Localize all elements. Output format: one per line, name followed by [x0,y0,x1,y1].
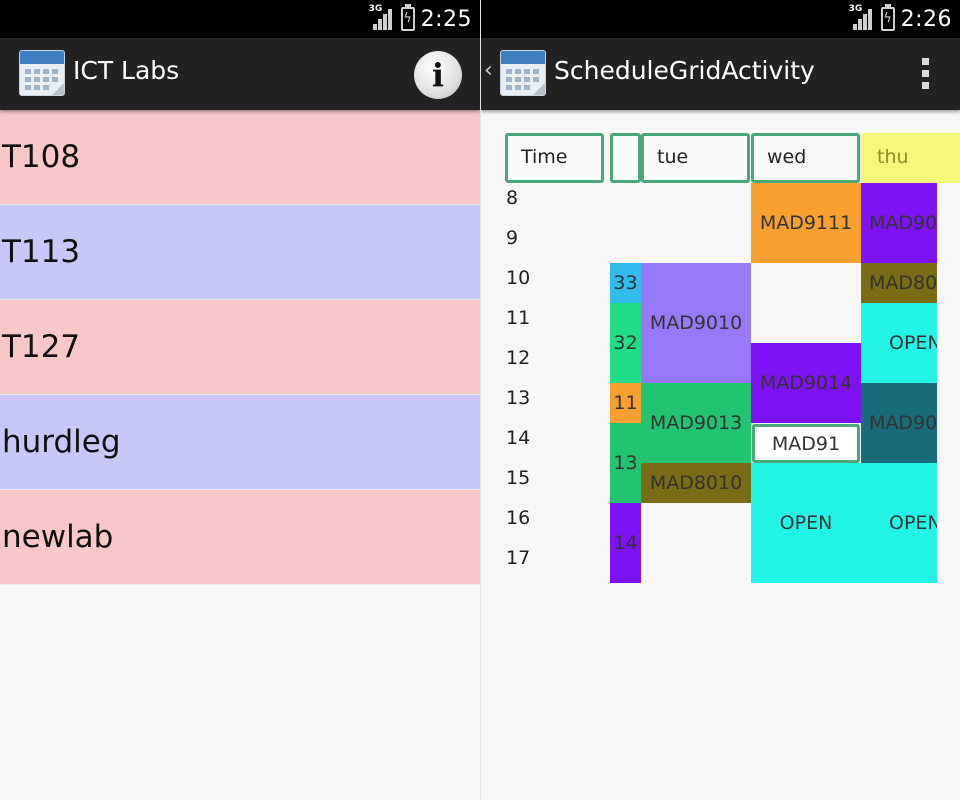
hour-label: 15 [506,467,531,489]
course-block[interactable]: 13 [610,423,641,503]
overflow-menu-icon[interactable] [922,58,930,90]
course-block[interactable]: OPEN [751,463,861,583]
schedule-grid-screen: 3G ϟ 2:26 ‹ ScheduleGridActivity Time tu… [481,0,960,800]
signal-icon: 3G [368,4,395,32]
hour-label: 17 [506,547,531,569]
course-block[interactable]: MAD8010 [641,463,751,503]
info-icon: i [431,56,445,94]
header-tue: tue [641,133,750,183]
course-block[interactable]: MAD90 [861,183,937,263]
header-mon [610,133,641,183]
lab-name: T108 [2,139,81,175]
lab-list: T108 T113 T127 hurdleg newlab [0,110,480,585]
header-wed: wed [751,133,860,183]
lab-item-t127[interactable]: T127 [0,300,480,395]
action-bar: ICT Labs i [0,38,480,110]
signal-icon: 3G [848,4,875,32]
activity-title: ScheduleGridActivity [554,56,815,85]
battery-icon: ϟ [880,4,895,31]
lab-item-t108[interactable]: T108 [0,110,480,205]
status-clock: 2:25 [420,6,472,32]
action-bar: ‹ ScheduleGridActivity [481,38,960,110]
course-block[interactable]: OPEN [861,463,937,583]
course-block[interactable]: 14 [610,503,641,583]
info-button[interactable]: i [414,51,462,99]
hour-label: 11 [506,307,531,329]
course-block[interactable]: 11 [610,383,641,423]
network-type: 3G [368,4,383,14]
course-block[interactable]: MAD90 [861,383,937,463]
course-block[interactable]: MAD80 [861,263,937,303]
hour-label: 16 [506,507,531,529]
lab-name: T127 [2,329,81,365]
hour-label: 12 [506,347,531,369]
course-block[interactable]: 32 [610,303,641,383]
status-bar: 3G ϟ 2:26 [481,0,960,38]
status-clock: 2:26 [900,6,952,32]
header-thu: thu [861,133,960,183]
hour-label: 9 [506,227,519,249]
battery-icon: ϟ [400,4,415,31]
course-block[interactable]: OPEN [861,303,937,383]
calendar-app-icon[interactable] [500,50,546,96]
course-block[interactable]: MAD9010 [641,263,751,383]
status-bar: 3G ϟ 2:25 [0,0,480,38]
app-title: ICT Labs [73,56,180,85]
lab-item-hurdleg[interactable]: hurdleg [0,395,480,490]
lab-name: T113 [2,234,81,270]
hour-label: 8 [506,187,519,209]
back-chevron-icon[interactable]: ‹ [484,58,493,83]
lab-name: hurdleg [2,424,121,460]
course-block[interactable]: MAD9013 [641,383,751,463]
lab-item-newlab[interactable]: newlab [0,490,480,585]
course-block-selected[interactable]: MAD91 [752,424,860,463]
calendar-app-icon [19,50,65,96]
ict-labs-screen: 3G ϟ 2:25 ICT Labs i T108 T113 T127 hurd… [0,0,480,800]
header-time: Time [505,133,604,183]
lab-name: newlab [2,519,114,555]
network-type: 3G [848,4,863,14]
course-block[interactable]: MAD9014 [751,343,861,423]
hour-label: 14 [506,427,531,449]
hour-label: 13 [506,387,531,409]
course-block[interactable]: MAD9111 [751,183,861,263]
hour-label: 10 [506,267,531,289]
course-block[interactable]: 33 [610,263,641,303]
lab-item-t113[interactable]: T113 [0,205,480,300]
